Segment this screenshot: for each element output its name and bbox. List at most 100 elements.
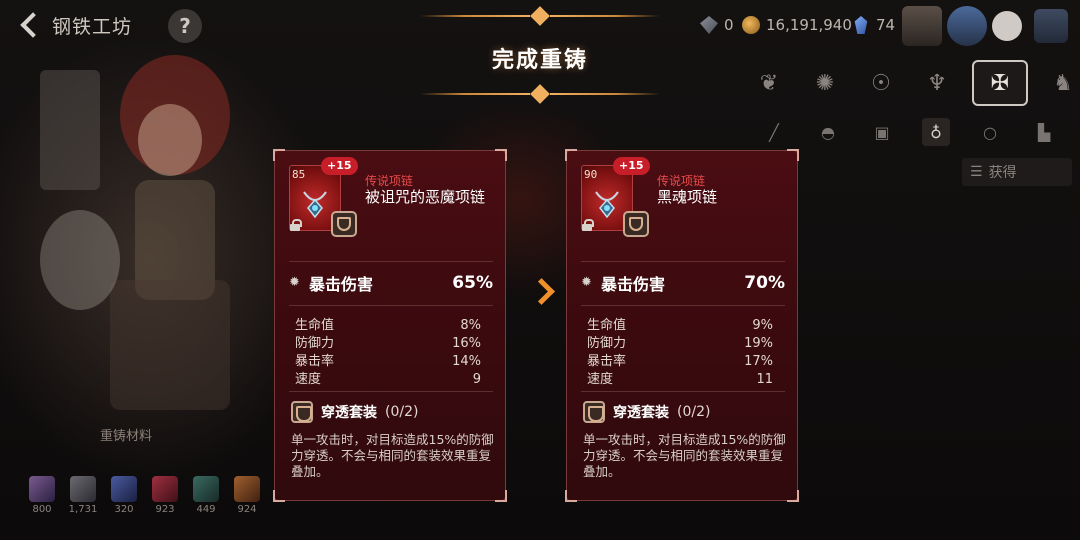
necklace-icon: [303, 191, 327, 218]
set-description: 单一攻击时，对目标造成15%的防御力穿透。不会与相同的套装效果重复叠加。: [583, 432, 786, 479]
sub-stat-value: 19%: [744, 336, 773, 351]
filter-button[interactable]: ☰ 获得: [962, 158, 1072, 186]
material-item[interactable]: 923: [145, 476, 185, 515]
sub-stat-row: 生命值 9%: [587, 317, 773, 335]
material-item[interactable]: 800: [22, 476, 62, 515]
divider: [581, 305, 785, 306]
gem-resource: 0: [700, 14, 734, 36]
main-stat-value: 70%: [744, 273, 785, 293]
help-button[interactable]: ?: [168, 9, 202, 43]
boots-slot-icon[interactable]: ▙: [1030, 118, 1058, 146]
materials-list: 800 1,731 320 923 449 924: [22, 476, 268, 515]
material-3-icon: [111, 476, 137, 502]
necklace-icon: [595, 191, 619, 218]
set-shield-icon: [331, 211, 357, 237]
material-1-icon: [29, 476, 55, 502]
menu-icon[interactable]: [1034, 9, 1068, 43]
main-stat-name: 暴击伤害: [309, 275, 374, 294]
material-item[interactable]: 320: [104, 476, 144, 515]
armor-slot-icon[interactable]: ▣: [868, 118, 896, 146]
material-item[interactable]: 1,731: [63, 476, 103, 515]
lock-icon[interactable]: [289, 219, 302, 231]
set-count: (0/2): [385, 404, 419, 420]
shop-icon[interactable]: [902, 6, 942, 46]
sub-stat-row: 防御力 16%: [295, 335, 481, 353]
helmet-slot-icon[interactable]: ◓: [814, 118, 842, 146]
sub-stat-row: 暴击率 17%: [587, 353, 773, 371]
gem-count: 0: [724, 16, 734, 34]
sub-stat-row: 速度 11: [587, 371, 773, 389]
ring-slot-icon[interactable]: ○: [976, 118, 1004, 146]
sub-stat-value: 14%: [452, 354, 481, 369]
sub-stat-name: 暴击率: [587, 354, 627, 369]
sub-stats: 生命值 8% 防御力 16% 暴击率 14% 速度 9: [295, 317, 481, 389]
gear-icon: ✹: [289, 275, 300, 290]
back-arrow-icon[interactable]: [14, 9, 44, 39]
material-item[interactable]: 924: [227, 476, 267, 515]
necklace-slot-icon[interactable]: ♁: [922, 118, 950, 146]
sub-stat-name: 速度: [587, 372, 614, 387]
material-count: 1,731: [68, 504, 98, 515]
gold-coin-icon: [742, 16, 760, 34]
page-title: 钢铁工坊: [52, 16, 133, 38]
sub-stat-name: 防御力: [295, 336, 335, 351]
material-5-icon: [193, 476, 219, 502]
gold-count: 16,191,940: [766, 16, 852, 34]
divider: [581, 391, 785, 392]
material-item[interactable]: 449: [186, 476, 226, 515]
gem-icon: [700, 16, 718, 34]
item-rarity: 传说项链: [365, 174, 414, 188]
chat-icon[interactable]: [992, 11, 1022, 41]
material-count: 924: [237, 504, 257, 515]
sub-stat-row: 防御力 19%: [587, 335, 773, 353]
equipment-slot-tabs: ╱ ◓ ▣ ♁ ○ ▙: [760, 118, 1058, 146]
set-shield-icon: [623, 211, 649, 237]
category-tab-dragon-icon[interactable]: ❦: [748, 62, 790, 104]
ornament-bottom: [410, 84, 670, 104]
sub-stat-value: 11: [756, 372, 773, 387]
sub-stat-value: 17%: [744, 354, 773, 369]
material-count: 449: [196, 504, 216, 515]
sub-stat-name: 防御力: [587, 336, 627, 351]
material-2-icon: [70, 476, 96, 502]
category-tab-demon-icon[interactable]: ♆: [916, 62, 958, 104]
category-tab-spirit-icon[interactable]: ☉: [860, 62, 902, 104]
result-banner: 完成重铸: [410, 4, 670, 104]
item-name: 黑魂项链: [657, 188, 718, 206]
main-stat-name: 暴击伤害: [601, 275, 666, 294]
gold-resource: 16,191,940: [742, 14, 852, 36]
sub-stat-row: 速度 9: [295, 371, 481, 389]
sub-stat-name: 暴击率: [295, 354, 335, 369]
enhance-badge: +15: [321, 157, 358, 175]
result-title: 完成重铸: [491, 48, 588, 73]
weapon-slot-icon[interactable]: ╱: [760, 118, 788, 146]
item-card-after: 90 +15 传说项链 黑魂项链 ✹ 暴击伤害 70% 生命值 9% 防御力 19%…: [565, 149, 799, 502]
filter-label: 获得: [988, 165, 1017, 181]
main-stat-value: 65%: [452, 273, 493, 293]
item-level: 85: [292, 168, 306, 181]
arrow-right-icon: [532, 278, 550, 304]
ornament-top: [410, 6, 670, 26]
item-card-before: 85 +15 传说项链 被诅咒的恶魔项链 ✹ 暴击伤害 65% 生命值 8% 防御…: [273, 149, 507, 502]
category-tab-beast-icon[interactable]: ✺: [804, 62, 846, 104]
category-tab-skull-icon[interactable]: ✠: [972, 60, 1028, 106]
set-count: (0/2): [677, 404, 711, 420]
enhance-badge: +15: [613, 157, 650, 175]
material-6-icon: [234, 476, 260, 502]
sub-stat-name: 速度: [295, 372, 322, 387]
divider: [289, 391, 493, 392]
sub-stat-value: 9%: [752, 318, 773, 333]
category-tab-horn-icon[interactable]: ♞: [1042, 62, 1080, 104]
set-bonus-header: 穿透套装 (0/2): [291, 401, 418, 423]
lock-icon[interactable]: [581, 219, 594, 231]
material-count: 800: [32, 504, 52, 515]
sub-stat-row: 暴击率 14%: [295, 353, 481, 371]
crystal-icon: [854, 16, 868, 34]
gear-icon: ✹: [581, 275, 592, 290]
item-rarity: 传说项链: [657, 174, 706, 188]
crystal-count: 74: [876, 16, 896, 34]
sub-stat-name: 生命值: [295, 318, 335, 333]
sub-stat-value: 9: [472, 372, 481, 387]
character-portrait-icon[interactable]: [947, 6, 987, 46]
crystal-resource: 74: [852, 14, 895, 36]
